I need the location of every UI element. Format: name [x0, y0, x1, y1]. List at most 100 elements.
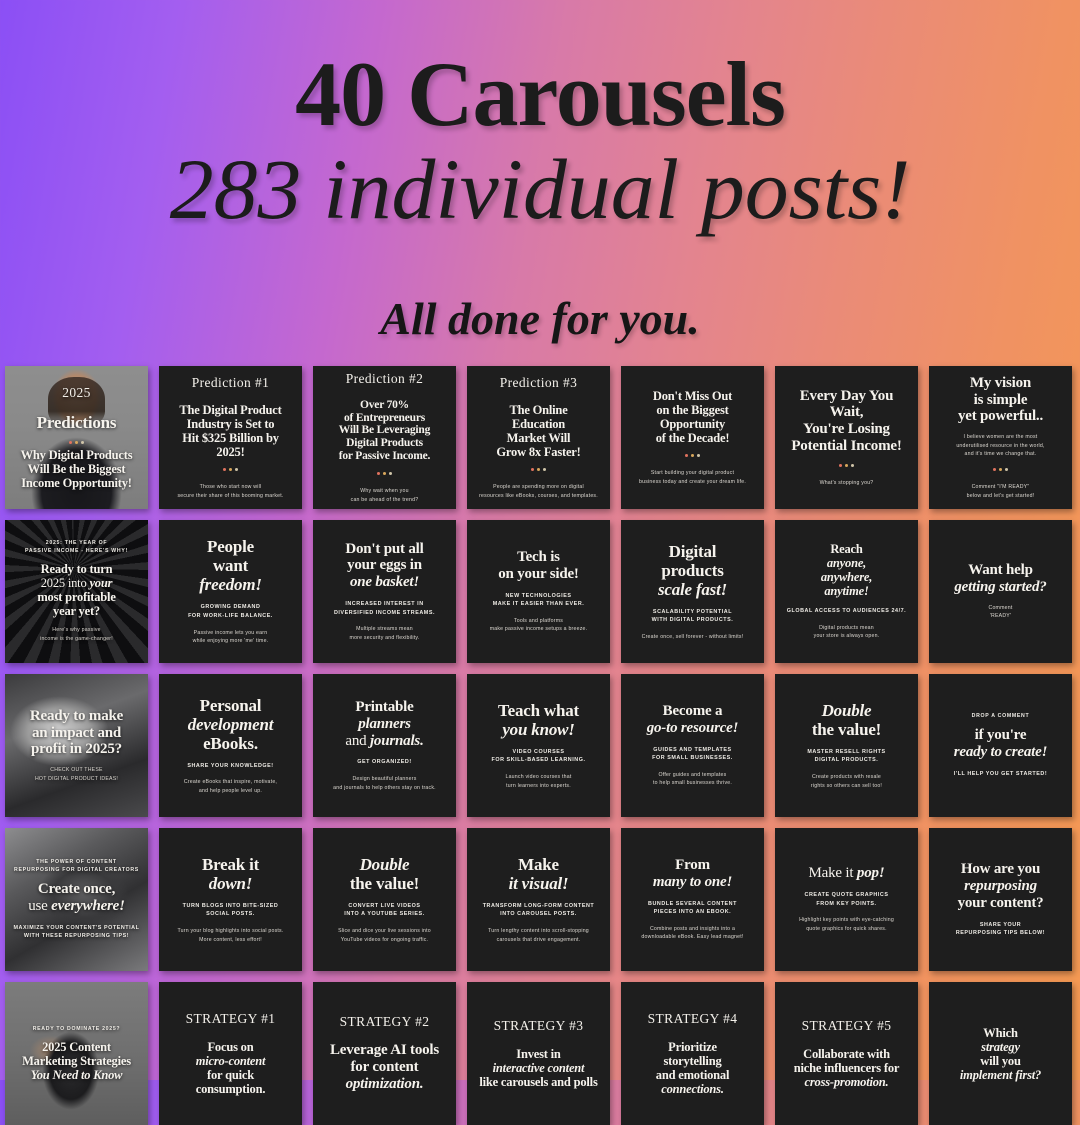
tile-content: Reach anyone, anywhere, anytime! GLOBAL ACCE…	[783, 542, 910, 641]
carousel-tile[interactable]: Printable planners and journals. GET ORGANI…	[313, 674, 456, 817]
tile-content: Don't put all your eggs in one basket! INCR…	[321, 541, 448, 643]
carousel-tile[interactable]: THE POWER OF CONTENT REPURPOSING FOR DIGI…	[5, 828, 148, 971]
carousel-tile[interactable]: Make it visual! TRANSFORM LONG-FORM CONTEN…	[467, 828, 610, 971]
tile-headline: Make it pop!	[808, 865, 885, 882]
carousel-tile[interactable]: Reach anyone, anywhere, anytime! GLOBAL ACCE…	[775, 520, 918, 663]
tile-body: Digital products mean your store is alway…	[813, 624, 880, 640]
carousel-tile[interactable]: Personal development eBooks. SHARE YOUR KNO…	[159, 674, 302, 817]
carousel-tile[interactable]: 2025: THE YEAR OF PASSIVE INCOME - HERE'S…	[5, 520, 148, 663]
tile-content: STRATEGY #4 Prioritize storytelling and emo…	[629, 1011, 756, 1095]
tile-headline: Leverage AI tools for content optimization…	[329, 1042, 440, 1092]
tile-sublabel: SHARE YOUR REPURPOSING TIPS BELOW!	[955, 921, 1046, 937]
carousel-tile[interactable]: Digital products scale fast! SCALABILITY PO…	[621, 520, 764, 663]
carousel-tile[interactable]: People want freedom! GROWING DEMAND FOR WORK…	[159, 520, 302, 663]
tile-body: Launch video courses that turn learners i…	[505, 774, 572, 789]
carousel-tile[interactable]: 2025 Predictions Why Digital Products Will …	[5, 366, 148, 509]
tile-headline: Don't put all your eggs in one basket!	[345, 540, 424, 591]
tile-body: Multiple streams mean more security and f…	[349, 626, 420, 641]
tile-sublabel: CONVERT LIVE VIDEOS INTO A YOUTUBE SERIES…	[344, 902, 425, 918]
carousel-tile[interactable]: Prediction #2 Over 70% of Entrepreneurs Wil…	[313, 366, 456, 509]
tile-eyebrow: 2025: THE YEAR OF PASSIVE INCOME - HERE'S…	[25, 540, 128, 555]
tile-content: Prediction #3 The Online Education Market W…	[475, 375, 602, 501]
carousel-tile[interactable]: Every Day You Wait, You're Losing Potentia…	[775, 366, 918, 509]
tile-content: Which strategy will you implement first?	[937, 1026, 1064, 1082]
carousel-tile[interactable]: Make it pop! CREATE QUOTE GRAPHICS FROM KE…	[775, 828, 918, 971]
tile-body: Those who start now will secure their sha…	[177, 484, 284, 499]
tile-content: Make it pop! CREATE QUOTE GRAPHICS FROM KE…	[783, 865, 910, 933]
carousel-tile[interactable]: My vision is simple yet powerful.. I believ…	[929, 366, 1072, 509]
tile-kicker: STRATEGY #1	[185, 1011, 276, 1027]
tile-headline: Want help getting started?	[954, 562, 1047, 595]
tile-sublabel: SHARE YOUR KNOWLEDGE!	[187, 762, 274, 769]
tile-headline: Printable planners and journals.	[345, 698, 424, 749]
carousel-tile[interactable]: Teach what you know! VIDEO COURSES FOR SKIL…	[467, 674, 610, 817]
carousel-tile[interactable]: STRATEGY #2 Leverage AI tools for content o…	[313, 982, 456, 1125]
tile-headline: Ready to turn 2025 into your most profitab…	[37, 562, 116, 619]
tile-sublabel: MASTER RESELL RIGHTS DIGITAL PRODUCTS.	[807, 748, 886, 764]
tile-eyebrow: DROP A COMMENT	[971, 713, 1030, 720]
tile-body: Tools and platforms make passive income s…	[489, 617, 588, 633]
carousel-tile[interactable]: STRATEGY #1 Focus on micro-content for quic…	[159, 982, 302, 1125]
tile-content: How are you repurposing your content? SHARE…	[937, 861, 1064, 938]
page-subtitle: 283 individual posts!	[169, 141, 911, 237]
tile-kicker: Prediction #2	[345, 370, 424, 386]
tile-sublabel: I'LL HELP YOU GET STARTED!	[953, 771, 1048, 777]
tile-headline: Digital products scale fast!	[657, 541, 728, 599]
carousel-tile[interactable]: How are you repurposing your content? SHARE…	[929, 828, 1072, 971]
tile-content: DROP A COMMENT if you're ready to create! I…	[937, 712, 1064, 778]
tile-headline: How are you repurposing your content?	[957, 861, 1044, 911]
carousel-tile[interactable]: STRATEGY #5 Collaborate with niche influen…	[775, 982, 918, 1125]
carousel-tile[interactable]: Ready to make an impact and profit in 2025…	[5, 674, 148, 817]
carousel-tile[interactable]: Double the value! MASTER RESELL RIGHTS DIGI…	[775, 674, 918, 817]
three-dots-divider-icon	[684, 453, 701, 458]
tile-headline: Make it visual!	[508, 854, 569, 893]
carousel-tile-grid: 2025 Predictions Why Digital Products Will …	[5, 366, 1075, 1125]
page-tagline: All done for you.	[380, 293, 700, 345]
tile-content: Double the value! CONVERT LIVE VIDEOS INTO …	[321, 855, 448, 945]
carousel-tile[interactable]: Don't put all your eggs in one basket! INCR…	[313, 520, 456, 663]
tile-body: Create products with resale rights so oth…	[810, 774, 883, 789]
tile-headline: People want freedom!	[199, 537, 262, 595]
tile-content: 2025: THE YEAR OF PASSIVE INCOME - HERE'S…	[13, 539, 140, 643]
carousel-tile[interactable]: Prediction #1 The Digital Product Industry…	[159, 366, 302, 509]
tile-content: From many to one! BUNDLE SEVERAL CONTENT PI…	[629, 857, 756, 942]
tile-eyebrow: THE POWER OF CONTENT REPURPOSING FOR DIGI…	[14, 859, 139, 874]
carousel-tile[interactable]: DROP A COMMENT if you're ready to create! I…	[929, 674, 1072, 817]
hero-header: 40 Carousels 283 individual posts! All d…	[0, 0, 1080, 360]
tile-headline: Focus on micro-content for quick consumptio…	[195, 1039, 266, 1096]
tile-headline: Become a go-to resource!	[646, 702, 739, 736]
tile-body: Turn lengthy content into scroll-stoppin…	[488, 928, 589, 943]
carousel-tile[interactable]: STRATEGY #3 Invest in interactive content l…	[467, 982, 610, 1125]
carousel-tile[interactable]: Double the value! CONVERT LIVE VIDEOS INTO …	[313, 828, 456, 971]
tile-headline: Invest in interactive content like carouse…	[479, 1046, 598, 1089]
carousel-tile[interactable]: Want help getting started? Comment 'READY'	[929, 520, 1072, 663]
tile-sublabel: GET ORGANIZED!	[357, 759, 412, 766]
tile-sublabel: INCREASED INTEREST IN DIVERSIFIED INCOME …	[333, 600, 436, 616]
tile-content: Double the value! MASTER RESELL RIGHTS DIGI…	[783, 701, 910, 791]
tile-kicker: STRATEGY #3	[493, 1018, 584, 1034]
tile-headline: From many to one!	[652, 856, 733, 890]
three-dots-divider-icon	[376, 472, 393, 476]
tile-body-top: I believe women are the most underutilise…	[956, 434, 1045, 458]
three-dots-divider-icon	[222, 467, 239, 472]
carousel-tile[interactable]: Which strategy will you implement first?	[929, 982, 1072, 1125]
page-title: 40 Carousels	[295, 43, 786, 145]
tile-kicker: STRATEGY #4	[647, 1011, 738, 1027]
carousel-tile[interactable]: STRATEGY #4 Prioritize storytelling and emo…	[621, 982, 764, 1125]
tile-headline: Tech is on your side!	[498, 548, 579, 582]
tile-headline: Teach what you know!	[498, 700, 579, 739]
tile-content: People want freedom! GROWING DEMAND FOR WORK…	[167, 537, 294, 646]
tile-sublabel: CREATE QUOTE GRAPHICS FROM KEY POINTS.	[804, 892, 889, 907]
carousel-tile[interactable]: Break it down! TURN BLOGS INTO BITE-SIZED S…	[159, 828, 302, 971]
carousel-tile[interactable]: Don't Miss Out on the Biggest Opportunity o…	[621, 366, 764, 509]
carousel-tile[interactable]: Become a go-to resource! GUIDES AND TEMPLA…	[621, 674, 764, 817]
carousel-tile[interactable]: READY TO DOMINATE 2025? 2025 Content Marke…	[5, 982, 148, 1125]
carousel-tile[interactable]: Tech is on your side! NEW TECHNOLOGIES MAKE…	[467, 520, 610, 663]
carousel-tile[interactable]: From many to one! BUNDLE SEVERAL CONTENT PI…	[621, 828, 764, 971]
tile-content: Digital products scale fast! SCALABILITY PO…	[629, 542, 756, 642]
carousel-tile[interactable]: Prediction #3 The Online Education Market W…	[467, 366, 610, 509]
tile-content: THE POWER OF CONTENT REPURPOSING FOR DIGI…	[13, 858, 140, 941]
tile-body: What's stopping you?	[819, 479, 874, 486]
tile-sublabel: GROWING DEMAND FOR WORK-LIFE BALANCE.	[188, 604, 273, 619]
tile-kicker: STRATEGY #5	[801, 1018, 892, 1034]
